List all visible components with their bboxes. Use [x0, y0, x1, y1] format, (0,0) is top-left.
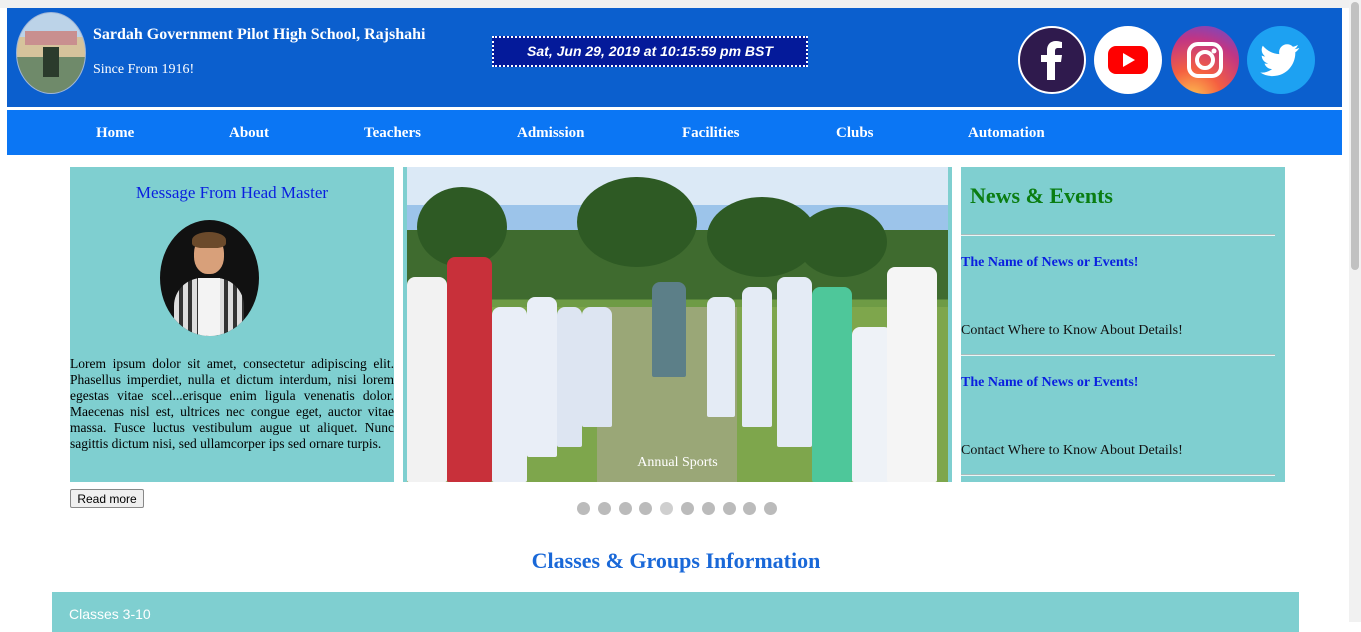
image-slider: Annual Sports: [403, 167, 952, 482]
slider-dot[interactable]: [701, 502, 715, 515]
logo-roof: [25, 31, 77, 45]
nav-automation[interactable]: Automation: [968, 110, 1045, 155]
photo-student: [777, 277, 812, 447]
twitter-icon[interactable]: [1247, 26, 1315, 94]
nav-clubs[interactable]: Clubs: [836, 110, 874, 155]
news-item-title[interactable]: The Name of News or Events!: [961, 375, 1138, 391]
slider-dot[interactable]: [618, 502, 632, 515]
nav-facilities[interactable]: Facilities: [682, 110, 739, 155]
headmaster-photo: [160, 220, 259, 336]
photo-student: [527, 297, 557, 457]
news-item-title[interactable]: The Name of News or Events!: [961, 255, 1138, 271]
photo-shirt: [198, 278, 220, 336]
slider-dot[interactable]: [660, 502, 674, 515]
site-header: Sardah Government Pilot High School, Raj…: [7, 8, 1342, 107]
news-events-title: News & Events: [970, 183, 1113, 208]
main-navigation: Home About Teachers Admission Facilities…: [7, 110, 1342, 155]
youtube-icon[interactable]: [1094, 26, 1162, 94]
logo-door: [43, 47, 59, 77]
nav-teachers[interactable]: Teachers: [364, 110, 421, 155]
slider-dot[interactable]: [597, 502, 611, 515]
slider-dot[interactable]: [577, 502, 590, 515]
news-events-panel: News & Events The Name of News or Events…: [961, 167, 1285, 482]
nav-admission[interactable]: Admission: [517, 110, 585, 155]
photo-tree: [417, 187, 507, 267]
read-more-button[interactable]: Read more: [70, 489, 144, 508]
photo-student: [407, 277, 447, 482]
slide-caption: Annual Sports: [637, 455, 718, 470]
classes-section-title: Classes & Groups Information: [531, 548, 821, 573]
photo-hair: [192, 232, 226, 248]
news-divider: [961, 234, 1275, 236]
instagram-icon[interactable]: [1171, 26, 1239, 94]
photo-student: [557, 307, 582, 447]
photo-student: [707, 297, 735, 417]
news-item-detail: Contact Where to Know About Details!: [961, 323, 1183, 338]
slider-dot[interactable]: [764, 502, 778, 515]
page-scrollbar[interactable]: [1349, 0, 1361, 622]
facebook-icon[interactable]: [1018, 26, 1086, 94]
classes-group-header[interactable]: Classes 3-10: [52, 592, 1299, 632]
nav-about[interactable]: About: [229, 110, 269, 155]
headmaster-message-panel: Message From Head Master Lorem ipsum dol…: [70, 167, 394, 482]
photo-student: [887, 267, 937, 482]
scrollbar-thumb[interactable]: [1351, 2, 1359, 270]
headmaster-message-title: Message From Head Master: [135, 183, 329, 202]
photo-student: [582, 307, 612, 427]
slider-dot[interactable]: [639, 502, 653, 515]
news-divider: [961, 354, 1275, 356]
photo-student: [812, 287, 852, 482]
slide-photo-annual-sports: [407, 167, 948, 482]
photo-student: [447, 257, 492, 482]
slider-dot[interactable]: [722, 502, 736, 515]
classes-group-label: Classes 3-10: [69, 606, 151, 622]
school-name: Sardah Government Pilot High School, Raj…: [93, 26, 426, 43]
since-tagline: Since From 1916!: [93, 62, 195, 77]
school-logo[interactable]: [16, 12, 86, 94]
news-item-detail: Contact Where to Know About Details!: [961, 443, 1183, 458]
nav-home[interactable]: Home: [96, 110, 134, 155]
headmaster-message-text: Lorem ipsum dolor sit amet, consectetur …: [70, 356, 394, 451]
photo-teacher: [652, 282, 686, 377]
slider-dot[interactable]: [743, 502, 757, 515]
photo-tree: [797, 207, 887, 277]
browser-top-strip: [0, 0, 1349, 8]
datetime-display: Sat, Jun 29, 2019 at 10:15:59 pm BST: [492, 36, 808, 67]
news-divider: [961, 474, 1275, 476]
photo-tree: [577, 177, 697, 267]
photo-student: [742, 287, 772, 427]
slider-dot[interactable]: [681, 502, 694, 515]
